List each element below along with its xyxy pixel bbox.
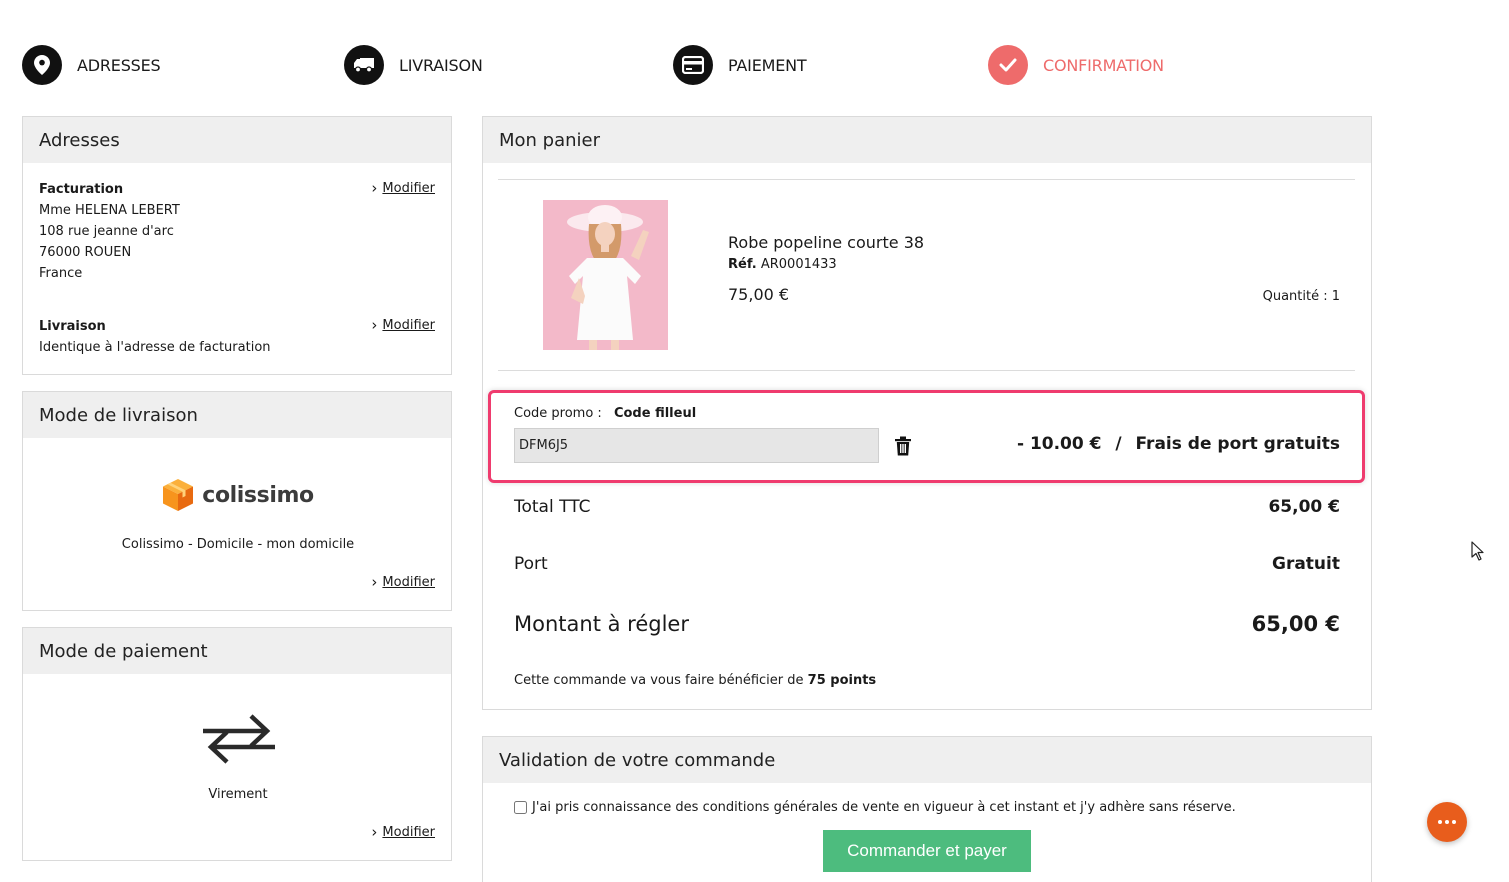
delivery-title: Livraison (39, 319, 106, 334)
transfer-icon (199, 710, 279, 772)
map-pin-icon (22, 45, 62, 85)
divider (498, 370, 1355, 371)
more-dots-icon (1438, 820, 1456, 824)
credit-card-icon (673, 45, 713, 85)
shipping-method: Colissimo - Domicile - mon domicile (121, 537, 355, 552)
addresses-panel: Adresses Facturation Mme HELENA LEBERT 1… (22, 116, 452, 375)
divider (498, 179, 1355, 180)
total-label: Total TTC (514, 497, 591, 517)
billing-address: Facturation Mme HELENA LEBERT 108 rue je… (39, 179, 180, 284)
colissimo-box-icon (163, 479, 194, 511)
total-value: 65,00 € (1268, 497, 1340, 517)
billing-title: Facturation (39, 182, 124, 197)
loyalty-points: Cette commande va vous faire bénéficier … (514, 673, 876, 688)
promo-discount: - 10.00 € (1016, 434, 1102, 454)
product-image[interactable] (543, 200, 668, 350)
delivery-address: Livraison Identique à l'adresse de factu… (39, 316, 271, 358)
port-label: Port (514, 554, 548, 574)
points-text: Cette commande va vous faire bénéficier … (514, 673, 804, 688)
modify-label: Modifier (382, 318, 435, 333)
terms-row[interactable]: J'ai pris connaissance des conditions gé… (514, 800, 1236, 815)
step-label: PAIEMENT (728, 55, 807, 75)
promo-code-input[interactable] (514, 428, 879, 463)
chevron-right-icon: › (371, 316, 378, 334)
panel-title: Adresses (23, 117, 451, 163)
modify-payment-link[interactable]: › Modifier (371, 823, 435, 841)
billing-country: France (39, 266, 83, 281)
panel-title: Mode de paiement (23, 628, 451, 674)
promo-separator: / (1115, 434, 1122, 454)
port-value: Gratuit (1272, 554, 1340, 574)
billing-street: 108 rue jeanne d'arc (39, 224, 174, 239)
truck-icon (344, 45, 384, 85)
product-name[interactable]: Robe popeline courte 38 (728, 233, 924, 252)
amount-value: 65,00 € (1251, 612, 1340, 636)
terms-text: J'ai pris connaissance des conditions gé… (532, 800, 1236, 815)
promo-label-row: Code promo : Code filleul (514, 406, 696, 421)
step-label: CONFIRMATION (1043, 55, 1164, 75)
product-quantity: Quantité : 1 (1262, 289, 1340, 304)
modify-shipping-link[interactable]: › Modifier (371, 573, 435, 591)
billing-city: 76000 ROUEN (39, 245, 132, 260)
step-paiement[interactable]: PAIEMENT (673, 45, 807, 85)
modify-label: Modifier (382, 181, 435, 196)
modify-label: Modifier (382, 825, 435, 840)
delivery-text: Identique à l'adresse de facturation (39, 340, 271, 355)
terms-checkbox[interactable] (514, 801, 527, 814)
colissimo-wordmark: colissimo (202, 482, 314, 508)
step-confirmation[interactable]: CONFIRMATION (988, 45, 1164, 85)
panel-title: Validation de votre commande (483, 737, 1371, 783)
points-value: 75 points (807, 673, 877, 688)
product-ref: Réf. AR0001433 (728, 257, 837, 272)
modify-label: Modifier (382, 575, 435, 590)
chevron-right-icon: › (371, 573, 378, 591)
panel-title: Mode de livraison (23, 392, 451, 438)
modify-billing-link[interactable]: › Modifier (371, 179, 435, 197)
chevron-right-icon: › (371, 179, 378, 197)
promo-benefit: Frais de port gratuits (1135, 434, 1340, 454)
panel-title: Mon panier (483, 117, 1371, 163)
ref-label: Réf. (728, 257, 757, 272)
order-and-pay-button[interactable]: Commander et payer (823, 830, 1031, 872)
step-label: LIVRAISON (399, 55, 483, 75)
modify-delivery-link[interactable]: › Modifier (371, 316, 435, 334)
step-adresses[interactable]: ADRESSES (22, 45, 161, 85)
chat-button[interactable] (1427, 802, 1467, 842)
chevron-right-icon: › (371, 823, 378, 841)
promo-type: Code filleul (613, 406, 697, 421)
step-livraison[interactable]: LIVRAISON (344, 45, 483, 85)
promo-label: Code promo : (514, 406, 602, 421)
colissimo-logo: colissimo (23, 478, 453, 512)
payment-panel: Mode de paiement Virement › Modifier (22, 627, 452, 861)
step-label: ADRESSES (77, 55, 161, 75)
promo-discount-row: - 10.00 € / Frais de port gratuits (1017, 434, 1340, 454)
mouse-cursor-icon (1471, 541, 1485, 565)
product-price: 75,00 € (728, 285, 790, 304)
trash-icon[interactable] (894, 436, 912, 460)
payment-method: Virement (208, 787, 268, 802)
check-icon (988, 45, 1028, 85)
shipping-panel: Mode de livraison colissimo Colissimo - … (22, 391, 452, 611)
billing-name: Mme HELENA LEBERT (39, 203, 180, 218)
amount-label: Montant à régler (514, 612, 689, 636)
ref-value: AR0001433 (760, 257, 837, 272)
